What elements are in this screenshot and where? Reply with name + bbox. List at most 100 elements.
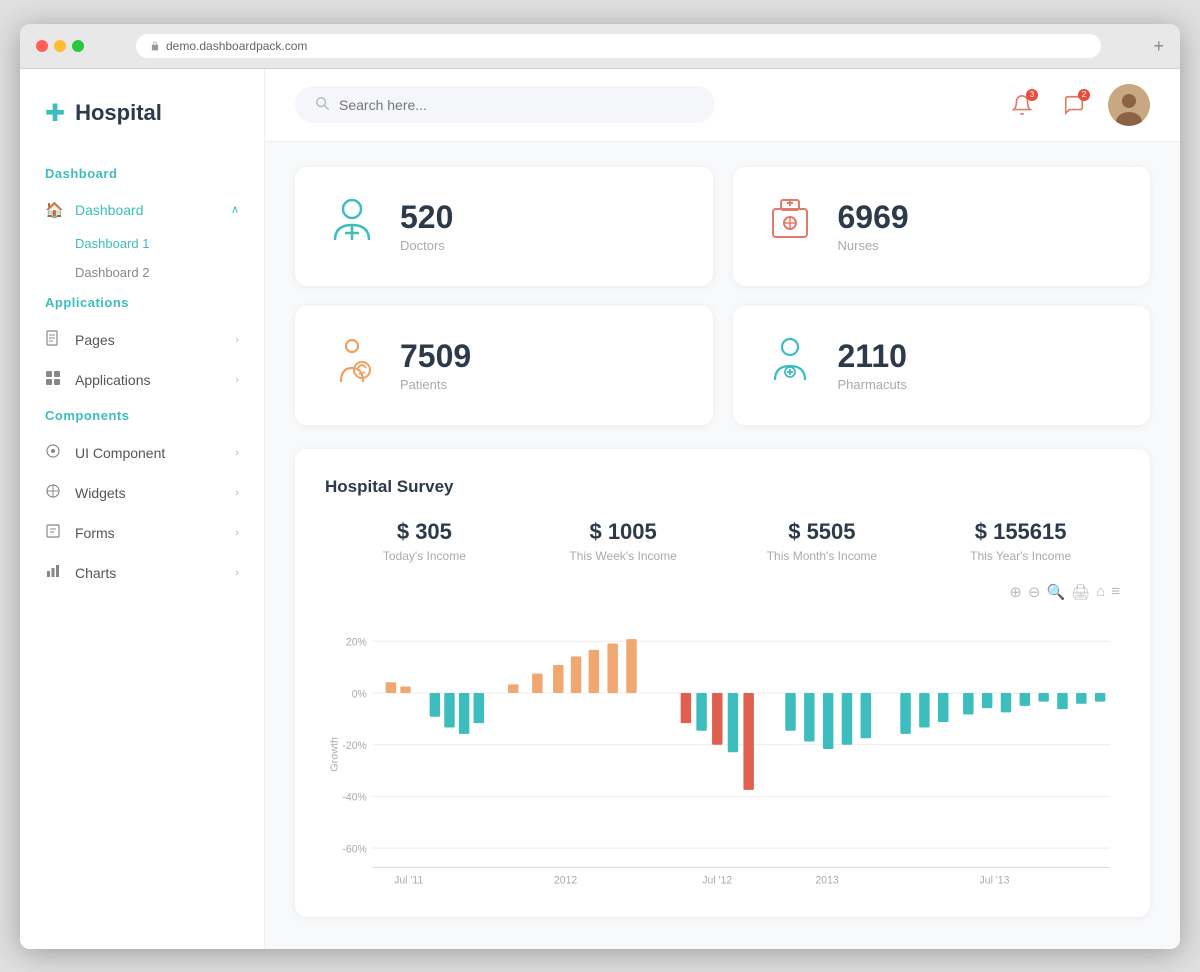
sidebar-subitem-dashboard2[interactable]: Dashboard 2 [20,258,264,287]
user-avatar[interactable] [1108,84,1150,126]
zoom-out-icon[interactable]: ⊖ [1028,583,1041,601]
sidebar-item-widgets-label: Widgets [75,485,126,501]
app-container: ✚ Hospital Dashboard 🏠 Dashboard ∧ Dashb… [20,69,1180,949]
forms-icon [45,523,65,543]
logo: ✚ Hospital [20,89,264,158]
income-year: $ 155615 This Year's Income [921,519,1120,563]
logo-text: Hospital [75,100,162,126]
logo-icon: ✚ [45,99,65,128]
chevron-right-icon4: › [235,487,239,499]
income-month-label: This Month's Income [723,549,922,563]
sidebar-item-applications[interactable]: Applications › [20,360,264,400]
patients-icon [325,334,380,397]
chart-container: 20% 0% -20% -40% -60% Growth [325,609,1120,889]
svg-text:0%: 0% [352,688,368,700]
chevron-right-icon2: › [235,374,239,386]
doctors-info: 520 Doctors [400,199,453,253]
traffic-lights [36,40,84,52]
chart-toolbar: ⊕ ⊖ 🔍 🖨 ⌂ ≡ [325,583,1120,601]
sidebar-item-ui-label: UI Component [75,445,165,461]
survey-title: Hospital Survey [325,477,1120,497]
search-input[interactable] [339,97,695,113]
charts-icon [45,563,65,583]
nav-section-applications: Applications Pages › Applications › [20,287,264,400]
svg-text:2013: 2013 [815,874,838,886]
sidebar-item-forms[interactable]: Forms › [20,513,264,553]
income-stats: $ 305 Today's Income $ 1005 This Week's … [325,519,1120,563]
chevron-right-icon5: › [235,527,239,539]
search-bar[interactable] [295,86,715,123]
sidebar-item-ui-component[interactable]: UI Component › [20,433,264,473]
pharmacuts-label: Pharmacuts [838,377,907,392]
url-text: demo.dashboardpack.com [166,39,307,53]
income-year-label: This Year's Income [921,549,1120,563]
svg-text:Growth: Growth [329,736,341,771]
survey-card: Hospital Survey $ 305 Today's Income $ 1… [295,449,1150,917]
svg-text:Jul '13: Jul '13 [980,874,1010,886]
patients-label: Patients [400,377,471,392]
nav-section-label-components: Components [20,400,264,433]
income-today: $ 305 Today's Income [325,519,524,563]
url-bar[interactable]: demo.dashboardpack.com [136,34,1101,58]
minimize-button[interactable] [54,40,66,52]
income-today-value: $ 305 [325,519,524,545]
svg-text:-20%: -20% [342,739,367,751]
ui-component-icon [45,443,65,463]
nurses-number: 6969 [838,199,909,236]
widgets-icon [45,483,65,503]
notification-badge: 3 [1026,89,1038,101]
chevron-up-icon: ∧ [231,203,239,216]
maximize-button[interactable] [72,40,84,52]
chevron-right-icon3: › [235,447,239,459]
messages-button[interactable]: 2 [1056,87,1092,123]
income-week-label: This Week's Income [524,549,723,563]
pharmacuts-number: 2110 [838,338,907,375]
header-icons: 3 2 [1004,84,1150,126]
header: 3 2 [265,69,1180,142]
sidebar-item-pages[interactable]: Pages › [20,320,264,360]
sidebar-subitem-dashboard1[interactable]: Dashboard 1 [20,229,264,258]
nurses-label: Nurses [838,238,909,253]
nav-section-label-applications: Applications [20,287,264,320]
income-today-label: Today's Income [325,549,524,563]
svg-text:20%: 20% [346,636,367,648]
search-chart-icon[interactable]: 🔍 [1046,583,1065,601]
pharmacuts-info: 2110 Pharmacuts [838,338,907,392]
nurses-icon [763,195,818,258]
sidebar-item-charts[interactable]: Charts › [20,553,264,593]
patients-number: 7509 [400,338,471,375]
patients-info: 7509 Patients [400,338,471,392]
page-content: 520 Doctors [265,142,1180,949]
svg-text:-40%: -40% [342,791,367,803]
close-button[interactable] [36,40,48,52]
pharmacuts-icon [763,334,818,397]
svg-text:2012: 2012 [554,874,577,886]
zoom-in-icon[interactable]: ⊕ [1009,583,1022,601]
lock-icon [150,41,160,51]
new-tab-button[interactable]: + [1153,37,1164,55]
chevron-right-icon6: › [235,567,239,579]
nav-section-dashboard: Dashboard 🏠 Dashboard ∧ Dashboard 1 Dash… [20,158,264,287]
sidebar-item-dashboard[interactable]: 🏠 Dashboard ∧ [20,191,264,229]
nav-section-components: Components UI Component › Widgets › [20,400,264,593]
svg-text:Jul '11: Jul '11 [394,874,423,886]
stat-card-nurses: 6969 Nurses [733,167,1151,286]
nav-section-label-dashboard: Dashboard [20,158,264,191]
stats-grid: 520 Doctors [295,167,1150,425]
income-month: $ 5505 This Month's Income [723,519,922,563]
sidebar-item-charts-label: Charts [75,565,116,581]
applications-icon [45,370,65,390]
chevron-right-icon: › [235,334,239,346]
notifications-button[interactable]: 3 [1004,87,1040,123]
search-icon [315,96,329,113]
menu-icon[interactable]: ≡ [1111,583,1120,601]
print-icon[interactable]: 🖨 [1071,583,1090,601]
browser-window: demo.dashboardpack.com + ✚ Hospital Dash… [20,24,1180,949]
doctors-number: 520 [400,199,453,236]
income-year-value: $ 155615 [921,519,1120,545]
sidebar-item-widgets[interactable]: Widgets › [20,473,264,513]
home-chart-icon[interactable]: ⌂ [1096,583,1105,601]
doctors-label: Doctors [400,238,453,253]
doctors-icon [325,195,380,258]
bar-chart: 20% 0% -20% -40% -60% Growth [325,609,1120,889]
